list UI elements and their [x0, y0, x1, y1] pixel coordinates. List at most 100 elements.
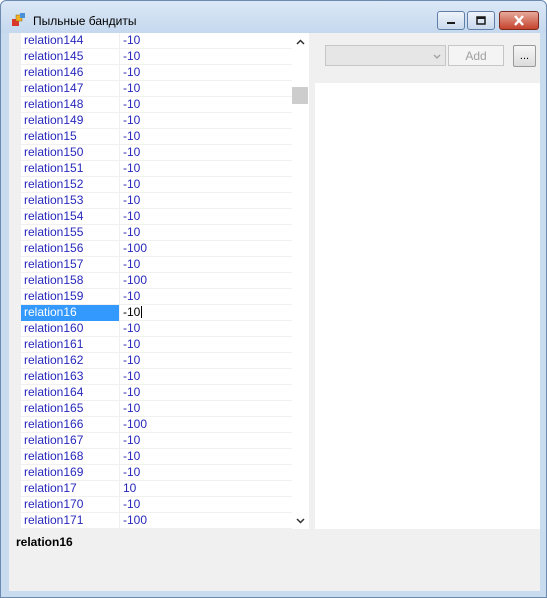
property-value[interactable]: -10: [121, 81, 299, 97]
grid-row[interactable]: relation16 -10: [21, 305, 299, 321]
add-button[interactable]: Add: [448, 45, 504, 66]
property-name[interactable]: relation159: [21, 289, 120, 305]
close-button[interactable]: [499, 11, 539, 30]
property-value[interactable]: -10: [121, 385, 299, 401]
property-name[interactable]: relation146: [21, 65, 120, 81]
property-name[interactable]: relation15: [21, 129, 120, 145]
grid-row[interactable]: relation153 -10: [21, 193, 299, 209]
property-name[interactable]: relation16: [21, 305, 120, 321]
property-name[interactable]: relation160: [21, 321, 120, 337]
grid-row[interactable]: relation146 -10: [21, 65, 299, 81]
property-name[interactable]: relation151: [21, 161, 120, 177]
ellipsis-button[interactable]: ...: [513, 45, 536, 67]
property-name[interactable]: relation168: [21, 449, 120, 465]
grid-row[interactable]: relation164 -10: [21, 385, 299, 401]
grid-row[interactable]: relation163 -10: [21, 369, 299, 385]
property-name[interactable]: relation147: [21, 81, 120, 97]
property-value[interactable]: -10: [121, 337, 299, 353]
grid-row[interactable]: relation156 -100: [21, 241, 299, 257]
grid-row[interactable]: relation15 -10: [21, 129, 299, 145]
property-value[interactable]: -100: [121, 241, 299, 257]
property-name[interactable]: relation148: [21, 97, 120, 113]
grid-row[interactable]: relation148 -10: [21, 97, 299, 113]
property-grid[interactable]: relation144 -10 relation145 -10 relation146-…: [21, 33, 299, 529]
grid-row[interactable]: relation147 -10: [21, 81, 299, 97]
grid-row[interactable]: relation168 -10: [21, 449, 299, 465]
property-value[interactable]: -10: [121, 497, 299, 513]
grid-row[interactable]: relation150 -10: [21, 145, 299, 161]
grid-row[interactable]: relation17 10: [21, 481, 299, 497]
grid-row[interactable]: relation161 -10: [21, 337, 299, 353]
grid-row[interactable]: relation151 -10: [21, 161, 299, 177]
scroll-thumb[interactable]: [292, 87, 308, 104]
grid-row[interactable]: relation154 -10: [21, 209, 299, 225]
property-value[interactable]: -10: [121, 49, 299, 65]
grid-row[interactable]: relation157 -10: [21, 257, 299, 273]
property-name[interactable]: relation152: [21, 177, 120, 193]
property-name[interactable]: relation164: [21, 385, 120, 401]
property-name[interactable]: relation150: [21, 145, 120, 161]
property-name[interactable]: relation158: [21, 273, 120, 289]
property-name[interactable]: relation154: [21, 209, 120, 225]
property-value[interactable]: -10: [121, 177, 299, 193]
property-value[interactable]: -10: [121, 161, 299, 177]
property-value[interactable]: -10: [121, 145, 299, 161]
property-name[interactable]: relation157: [21, 257, 120, 273]
property-name[interactable]: relation170: [21, 497, 120, 513]
grid-row[interactable]: relation159 -10: [21, 289, 299, 305]
property-value[interactable]: -10: [121, 257, 299, 273]
property-value[interactable]: 10: [121, 481, 299, 497]
grid-row[interactable]: relation158 -100: [21, 273, 299, 289]
scroll-up-button[interactable]: [292, 33, 309, 50]
grid-scrollbar[interactable]: [292, 33, 309, 529]
property-value[interactable]: -100: [121, 417, 299, 433]
grid-row[interactable]: relation155 -10: [21, 225, 299, 241]
property-value[interactable]: -100: [121, 513, 299, 529]
property-value[interactable]: -10: [121, 225, 299, 241]
property-value[interactable]: -10: [121, 113, 299, 129]
property-name[interactable]: relation153: [21, 193, 120, 209]
grid-row[interactable]: relation162 -10: [21, 353, 299, 369]
grid-row[interactable]: relation169 -10: [21, 465, 299, 481]
property-value[interactable]: -10: [121, 97, 299, 113]
property-name[interactable]: relation145: [21, 49, 120, 65]
property-name[interactable]: relation163: [21, 369, 120, 385]
property-name[interactable]: relation149: [21, 113, 120, 129]
title-bar[interactable]: Пыльные бандиты: [1, 1, 546, 33]
grid-row[interactable]: relation144 -10: [21, 33, 299, 49]
property-name[interactable]: relation156: [21, 241, 120, 257]
property-value[interactable]: -10: [121, 193, 299, 209]
scroll-down-button[interactable]: [292, 512, 309, 529]
property-value[interactable]: -10: [121, 33, 299, 49]
relation-combo[interactable]: [325, 45, 446, 66]
minimize-button[interactable]: [437, 11, 465, 30]
property-name[interactable]: relation144: [21, 33, 120, 49]
property-name[interactable]: relation155: [21, 225, 120, 241]
grid-row[interactable]: relation145 -10: [21, 49, 299, 65]
property-value[interactable]: -10: [121, 209, 299, 225]
grid-row[interactable]: relation152 -10: [21, 177, 299, 193]
property-value[interactable]: -10: [121, 369, 299, 385]
grid-row[interactable]: relation170 -10: [21, 497, 299, 513]
grid-row[interactable]: relation160 -10: [21, 321, 299, 337]
property-value[interactable]: -10: [121, 289, 299, 305]
property-value[interactable]: -10: [121, 129, 299, 145]
grid-row[interactable]: relation166 -100: [21, 417, 299, 433]
grid-row[interactable]: relation167 -10: [21, 433, 299, 449]
property-value[interactable]: -10: [121, 449, 299, 465]
property-name[interactable]: relation169: [21, 465, 120, 481]
property-name[interactable]: relation161: [21, 337, 120, 353]
property-value[interactable]: -10: [121, 321, 299, 337]
property-value[interactable]: -10: [121, 65, 299, 81]
property-value[interactable]: -10: [121, 465, 299, 481]
property-name[interactable]: relation17: [21, 481, 120, 497]
property-name[interactable]: relation165: [21, 401, 120, 417]
property-value[interactable]: -10: [121, 433, 299, 449]
property-name[interactable]: relation167: [21, 433, 120, 449]
grid-row[interactable]: relation171 -100: [21, 513, 299, 529]
property-value[interactable]: -100: [121, 273, 299, 289]
maximize-button[interactable]: [467, 11, 495, 30]
grid-row[interactable]: relation149 -10: [21, 113, 299, 129]
property-name[interactable]: relation162: [21, 353, 120, 369]
property-value-editor[interactable]: -10: [121, 305, 299, 321]
